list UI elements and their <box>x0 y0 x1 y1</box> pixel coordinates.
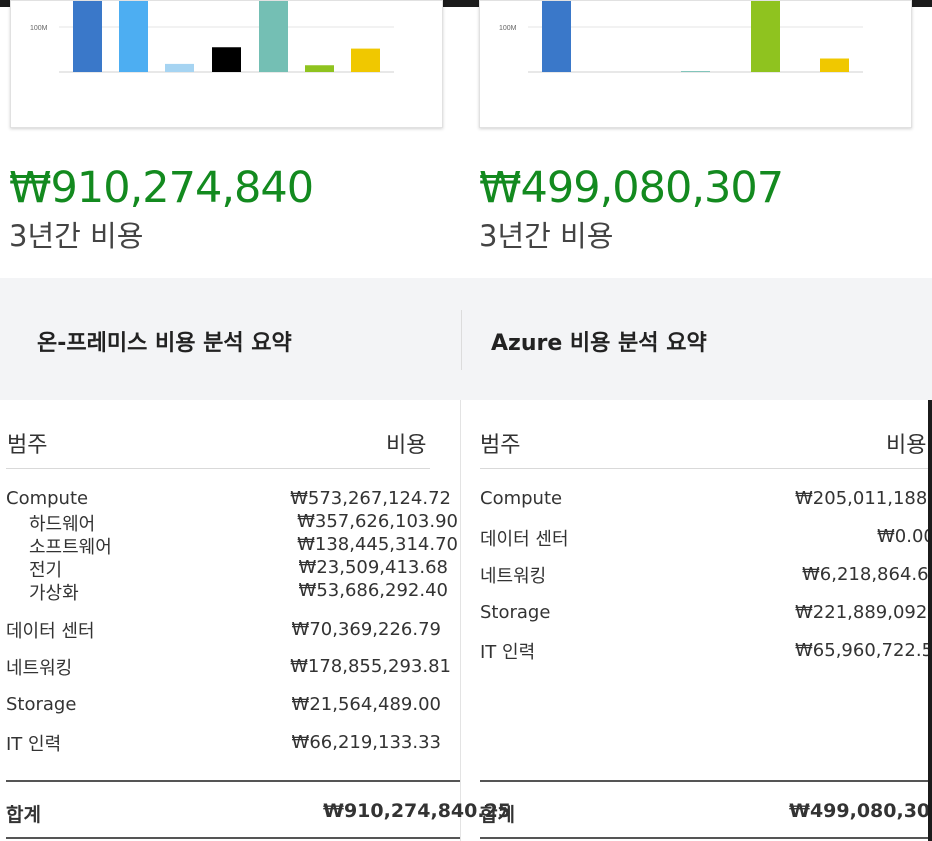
onprem-ytick-label: 100M <box>30 25 48 32</box>
onprem-chart-card: 100M <box>10 0 443 128</box>
onprem-bar <box>351 48 380 72</box>
onprem-bar <box>165 63 194 72</box>
azure-row-label: Compute <box>480 488 563 509</box>
azure-row-label: Storage <box>480 602 551 623</box>
azure-row-value: ₩65,960,722.50 <box>795 640 928 661</box>
onprem-row-label: 가상화 <box>29 583 79 604</box>
onprem-sum-divider <box>6 780 460 782</box>
onprem-row-value: ₩178,855,293.81 <box>290 656 451 677</box>
azure-bar <box>820 58 849 72</box>
onprem-sum-bottom-line <box>6 837 460 839</box>
onprem-section-title: 온-프레미스 비용 분석 요약 <box>37 331 292 356</box>
onprem-sum-label: 합계 <box>6 804 41 826</box>
azure-header-cost: 비용 <box>886 433 927 458</box>
onprem-row-value: ₩23,509,413.68 <box>298 557 448 578</box>
azure-header-divider <box>480 468 928 469</box>
azure-row-label: IT 인력 <box>480 642 536 663</box>
onprem-header-category: 범주 <box>7 433 48 458</box>
azure-chart-card: 100M <box>479 0 912 128</box>
azure-section-title: Azure 비용 분석 요약 <box>491 331 707 356</box>
azure-bar <box>751 1 780 73</box>
azure-row-value: ₩205,011,188.8 <box>795 488 928 509</box>
onprem-bar-chart: 100M <box>30 1 394 73</box>
azure-sum-value: ₩499,080,307.2 <box>789 800 928 822</box>
onprem-row-label: 네트워킹 <box>6 658 73 679</box>
onprem-bar <box>73 1 102 72</box>
onprem-total-cost: ₩910,274,840 <box>9 163 314 213</box>
azure-row-value: ₩6,218,864.60 <box>802 564 928 585</box>
azure-row-value: ₩0.00 <box>877 526 928 547</box>
onprem-total-label: 3년간 비용 <box>9 219 144 253</box>
window-edge <box>928 400 932 841</box>
azure-ytick-label: 100M <box>499 25 517 32</box>
onprem-row-value: ₩357,626,103.90 <box>297 511 458 532</box>
azure-row-value: ₩221,889,092.6 <box>795 602 928 623</box>
azure-row-label: 네트워킹 <box>480 566 547 587</box>
onprem-row-value: ₩21,564,489.00 <box>291 694 441 715</box>
azure-total-label: 3년간 비용 <box>479 219 614 253</box>
band-divider <box>461 310 462 370</box>
azure-bar <box>681 71 710 72</box>
onprem-row-label: Compute <box>6 488 89 509</box>
azure-sum-bottom-line <box>480 837 928 839</box>
onprem-row-label: IT 인력 <box>6 734 62 755</box>
onprem-row-value: ₩66,219,133.33 <box>291 732 441 753</box>
azure-total-cost: ₩499,080,307 <box>479 163 784 213</box>
onprem-row-value: ₩573,267,124.72 <box>290 488 451 509</box>
onprem-header-divider <box>6 468 430 469</box>
azure-sum-label: 합계 <box>480 804 515 826</box>
onprem-row-label: 데이터 센터 <box>6 621 95 642</box>
column-divider <box>460 400 461 841</box>
onprem-bar <box>305 65 334 72</box>
onprem-bar <box>119 1 148 72</box>
onprem-bar <box>212 47 241 72</box>
onprem-row-value: ₩53,686,292.40 <box>298 580 448 601</box>
onprem-row-value: ₩70,369,226.79 <box>291 619 441 640</box>
onprem-header-cost: 비용 <box>386 433 427 458</box>
azure-bar <box>542 1 571 72</box>
azure-cost-table: 범주 비용 Compute ₩205,011,188.8 데이터 센터 ₩0.0… <box>462 400 928 841</box>
onprem-bar <box>259 1 288 72</box>
onprem-row-value: ₩138,445,314.70 <box>297 534 458 555</box>
azure-row-label: 데이터 센터 <box>480 529 569 550</box>
onprem-row-label: Storage <box>6 694 77 715</box>
azure-bar-chart: 100M <box>499 1 863 73</box>
azure-sum-divider <box>480 780 928 782</box>
azure-header-category: 범주 <box>480 433 521 458</box>
